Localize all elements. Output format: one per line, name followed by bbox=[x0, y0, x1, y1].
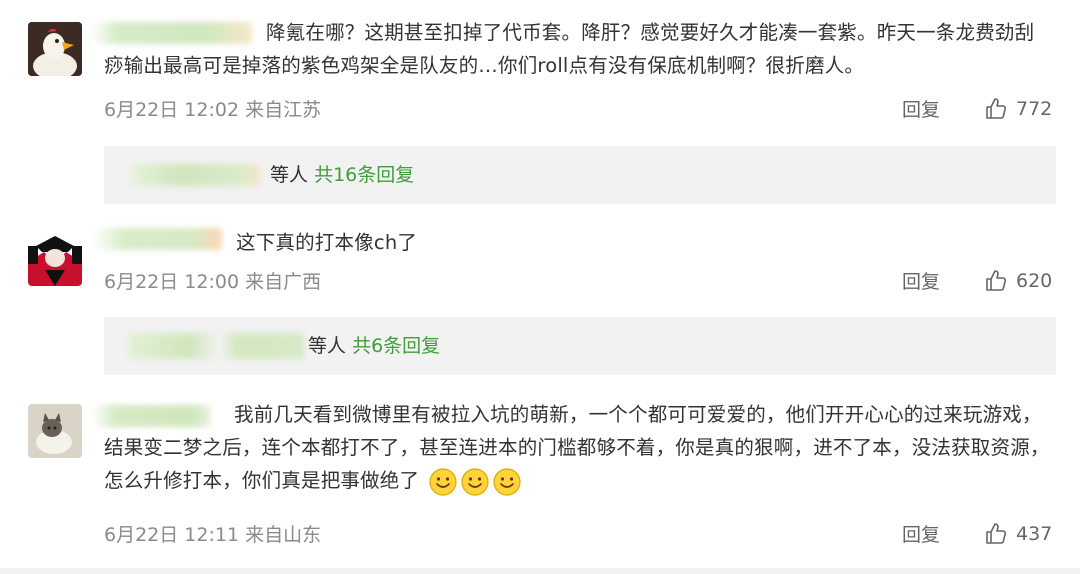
avatar[interactable] bbox=[28, 22, 82, 76]
thumbs-up-icon bbox=[986, 270, 1007, 291]
comment-text: 降氪在哪？这期甚至扣掉了代币套。降肝？感觉要好久才能凑一套紫。昨天一条龙费劲刮痧… bbox=[104, 21, 1035, 77]
thread-suffix: 等人 bbox=[270, 164, 309, 186]
bottom-divider bbox=[0, 568, 1080, 574]
emoji-group bbox=[419, 467, 521, 496]
like-button[interactable]: 620 bbox=[984, 269, 1052, 293]
blurred-reply-usernames bbox=[130, 164, 260, 186]
like-count: 772 bbox=[1016, 98, 1053, 120]
reply-thread-summary[interactable]: 等人 共6条回复 bbox=[308, 334, 440, 358]
reply-button[interactable]: 回复 bbox=[902, 523, 940, 547]
reply-thread-bar[interactable]: 等人 共16条回复 bbox=[104, 146, 1056, 204]
reply-count-link[interactable]: 共16条回复 bbox=[314, 164, 414, 186]
anime-avatar-image bbox=[28, 232, 82, 286]
cat-avatar-image bbox=[28, 404, 82, 458]
comment-text: 这下真的打本像ch了 bbox=[236, 231, 418, 254]
thumbs-up-icon bbox=[986, 98, 1007, 119]
smiley-face-icon bbox=[461, 467, 489, 496]
blurred-username[interactable] bbox=[92, 228, 222, 250]
comment-timestamp: 6月22日 12:02 来自江苏 bbox=[104, 99, 322, 121]
avatar[interactable] bbox=[28, 232, 82, 286]
comment-timestamp: 6月22日 12:00 来自广西 bbox=[104, 271, 322, 293]
like-count: 437 bbox=[1016, 523, 1053, 545]
reply-button[interactable]: 回复 bbox=[902, 270, 940, 294]
reply-thread-summary[interactable]: 等人 共16条回复 bbox=[270, 163, 414, 187]
comment-timestamp: 6月22日 12:11 来自山东 bbox=[104, 524, 322, 546]
like-button[interactable]: 437 bbox=[984, 522, 1052, 546]
smiley-face-icon bbox=[429, 467, 457, 496]
thread-suffix: 等人 bbox=[308, 335, 347, 357]
like-count: 620 bbox=[1016, 270, 1053, 292]
avatar[interactable] bbox=[28, 404, 82, 458]
reply-button[interactable]: 回复 bbox=[902, 98, 940, 122]
smiley-face-icon bbox=[493, 467, 521, 496]
reply-thread-bar[interactable]: 等人 共6条回复 bbox=[104, 317, 1056, 375]
comment-text: 我前几天看到微博里有被拉入坑的萌新，一个个都可可爱爱的，他们开开心心的过来玩游戏… bbox=[104, 398, 1056, 497]
like-button[interactable]: 772 bbox=[984, 97, 1052, 121]
comment-text-body: 我前几天看到微博里有被拉入坑的萌新，一个个都可可爱爱的，他们开开心心的过来玩游戏… bbox=[104, 403, 1050, 492]
reply-count-link[interactable]: 共6条回复 bbox=[352, 335, 440, 357]
thumbs-up-icon bbox=[986, 523, 1007, 544]
duck-avatar-image bbox=[28, 22, 82, 76]
blurred-reply-usernames bbox=[128, 333, 304, 359]
